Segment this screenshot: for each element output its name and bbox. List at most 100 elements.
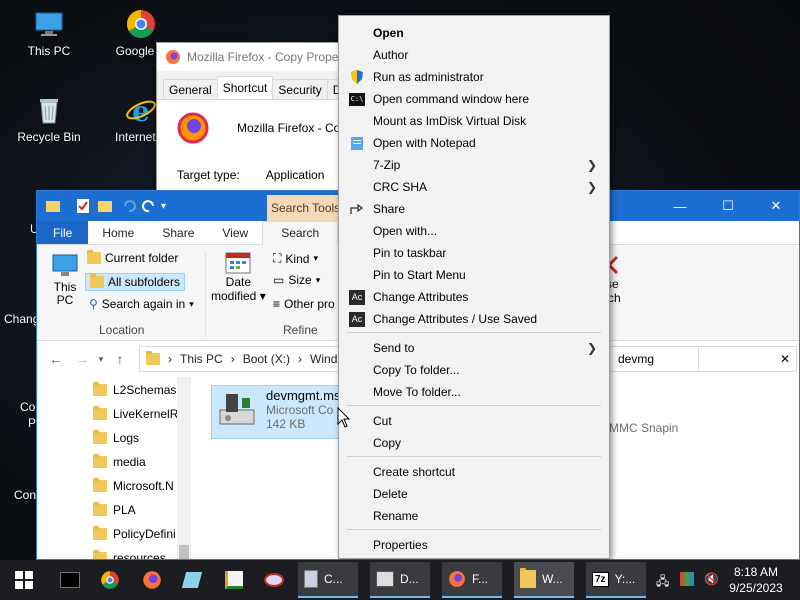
desktop-icon-this-pc[interactable]: This PC <box>10 8 88 58</box>
taskbar-chrome-icon[interactable] <box>94 560 126 600</box>
tab-shortcut[interactable]: Shortcut <box>216 76 274 99</box>
nav-item-folder[interactable]: PLA <box>93 502 136 517</box>
tab-share[interactable]: Share <box>148 221 208 244</box>
nav-pane-scrollbar[interactable] <box>177 377 191 559</box>
taskbar-chart-icon[interactable] <box>218 560 250 600</box>
nav-item-folder[interactable]: LiveKernelR <box>93 406 178 421</box>
close-button[interactable]: ✕ <box>753 191 799 221</box>
desktop-partial-label: Co <box>20 400 36 414</box>
menu-item-change-attributes-use-saved[interactable]: Ac Change Attributes / Use Saved <box>341 308 607 330</box>
taskbar-window-firefox[interactable]: F... <box>442 562 502 598</box>
tab-file[interactable]: File <box>37 221 89 244</box>
tab-general[interactable]: General <box>163 79 218 99</box>
breadcrumb-this-pc[interactable]: This PC <box>180 352 223 366</box>
file-item-devmgmt[interactable]: devmgmt.ms Microsoft Co 142 KB <box>211 385 351 439</box>
size-button[interactable]: ▭ Size ▾ <box>273 273 320 287</box>
taskbar-window-7zip[interactable]: 7z Y:... <box>586 562 646 598</box>
taskbar-app-icon[interactable] <box>176 560 208 600</box>
search-input-value: devmg <box>618 352 655 366</box>
menu-item-change-attributes[interactable]: Ac Change Attributes <box>341 286 607 308</box>
desktop-partial-label: Chang <box>4 312 40 326</box>
nav-item-folder[interactable]: Microsoft.N <box>93 478 174 493</box>
properties-check-icon[interactable] <box>75 198 91 214</box>
nav-item-folder[interactable]: resources <box>93 550 166 560</box>
search-icon: ⚲ <box>89 297 98 311</box>
menu-item-open[interactable]: Open <box>341 22 607 44</box>
date-modified-button[interactable]: Date modified ▾ <box>211 251 266 303</box>
menu-item-properties[interactable]: Properties <box>341 534 607 556</box>
current-folder-button[interactable]: Current folder <box>87 250 178 265</box>
file-name: devmgmt.ms <box>266 388 341 403</box>
menu-item-create-shortcut[interactable]: Create shortcut <box>341 461 607 483</box>
back-arrow-icon[interactable]: ← <box>43 351 69 367</box>
tab-home[interactable]: Home <box>88 221 148 244</box>
taskbar-firefox-icon[interactable] <box>136 560 168 600</box>
menu-item-open-with[interactable]: Open with... <box>341 220 607 242</box>
undo-icon[interactable] <box>121 198 137 214</box>
nav-item-folder[interactable]: PolicyDefini <box>93 526 176 541</box>
firefox-properties-window[interactable]: Mozilla Firefox - Copy Proper General Sh… <box>156 42 356 202</box>
start-button[interactable] <box>0 560 48 600</box>
mouse-cursor-icon <box>337 407 351 428</box>
breadcrumb-windows[interactable]: Wind <box>310 352 337 366</box>
taskbar-paint-icon[interactable] <box>258 560 290 600</box>
menu-item-run-as-administrator[interactable]: Run as administrator <box>341 66 607 88</box>
taskbar-window-device-manager[interactable]: D... <box>370 562 430 598</box>
nav-item-folder[interactable]: Logs <box>93 430 139 445</box>
nav-item-label: resources <box>113 551 166 560</box>
forward-arrow-icon[interactable]: → <box>69 351 95 367</box>
menu-item-mount-imdisk[interactable]: Mount as ImDisk Virtual Disk <box>341 110 607 132</box>
tab-search[interactable]: Search <box>262 221 339 245</box>
up-arrow-icon[interactable]: ↑ <box>107 351 133 367</box>
network-icon[interactable]: 🖧 <box>656 572 669 593</box>
taskbar-window-calculator[interactable]: C... <box>298 562 358 598</box>
this-pc-button[interactable]: This PC <box>51 253 79 307</box>
menu-item-open-with-notepad[interactable]: Open with Notepad <box>341 132 607 154</box>
desktop-icon-recycle-bin[interactable]: Recycle Bin <box>10 94 88 144</box>
file-type: Microsoft Co <box>266 403 334 417</box>
menu-item-cut[interactable]: Cut <box>341 410 607 432</box>
menu-item-pin-to-taskbar[interactable]: Pin to taskbar <box>341 242 607 264</box>
menu-item-author[interactable]: Author <box>341 44 607 66</box>
properties-title: Mozilla Firefox - Copy Proper <box>187 50 343 64</box>
nav-item-folder[interactable]: media <box>93 454 146 469</box>
tab-view[interactable]: View <box>208 221 262 244</box>
system-clock[interactable]: 8:18 AM 9/25/2023 <box>724 564 788 596</box>
taskbar-cmd-icon[interactable] <box>54 560 86 600</box>
minimize-button[interactable]: — <box>657 191 703 221</box>
color-display-icon[interactable] <box>680 572 694 589</box>
properties-title-bar[interactable]: Mozilla Firefox - Copy Proper <box>157 43 355 71</box>
menu-item-7zip[interactable]: 7-Zip ❯ <box>341 154 607 176</box>
clear-search-icon[interactable]: ✕ <box>780 352 790 366</box>
menu-item-copy-to-folder[interactable]: Copy To folder... <box>341 359 607 381</box>
menu-item-rename[interactable]: Rename <box>341 505 607 527</box>
kind-button[interactable]: ⛶ Kind ▾ <box>273 251 318 266</box>
taskbar-window-explorer[interactable]: W... <box>514 562 574 598</box>
menu-item-delete[interactable]: Delete <box>341 483 607 505</box>
tab-security[interactable]: Security <box>272 79 328 99</box>
date-modified-label: Date <box>225 275 252 289</box>
attributes-icon: Ac <box>349 311 365 327</box>
nav-item-folder[interactable]: L2Schemas <box>93 382 176 397</box>
7zip-glyph: 7z <box>595 573 606 585</box>
all-subfolders-button[interactable]: All subfolders <box>85 273 186 291</box>
new-folder-icon[interactable] <box>97 198 113 214</box>
menu-item-crc-sha[interactable]: CRC SHA ❯ <box>341 176 607 198</box>
quick-access-dropdown-icon[interactable]: ▾ <box>161 201 166 212</box>
redo-icon[interactable] <box>141 198 157 214</box>
menu-item-copy[interactable]: Copy <box>341 432 607 454</box>
scrollbar-thumb[interactable] <box>179 545 189 559</box>
menu-item-send-to[interactable]: Send to ❯ <box>341 337 607 359</box>
other-properties-button[interactable]: ≡ Other pro <box>273 297 335 311</box>
menu-item-pin-to-start-menu[interactable]: Pin to Start Menu <box>341 264 607 286</box>
search-input[interactable]: devmg ✕ <box>601 346 797 372</box>
breadcrumb-boot-drive[interactable]: Boot (X:) <box>243 352 290 366</box>
attributes-glyph: Ac <box>349 289 365 305</box>
volume-muted-icon[interactable]: 🔇 <box>704 572 719 586</box>
menu-item-open-command-window[interactable]: C:\ Open command window here <box>341 88 607 110</box>
menu-item-move-to-folder[interactable]: Move To folder... <box>341 381 607 403</box>
maximize-button[interactable]: ☐ <box>705 191 751 221</box>
search-again-in-button[interactable]: ⚲ Search again in ▾ <box>89 297 194 311</box>
chevron-down-icon[interactable]: ▾ <box>95 354 107 365</box>
menu-item-share[interactable]: Share <box>341 198 607 220</box>
